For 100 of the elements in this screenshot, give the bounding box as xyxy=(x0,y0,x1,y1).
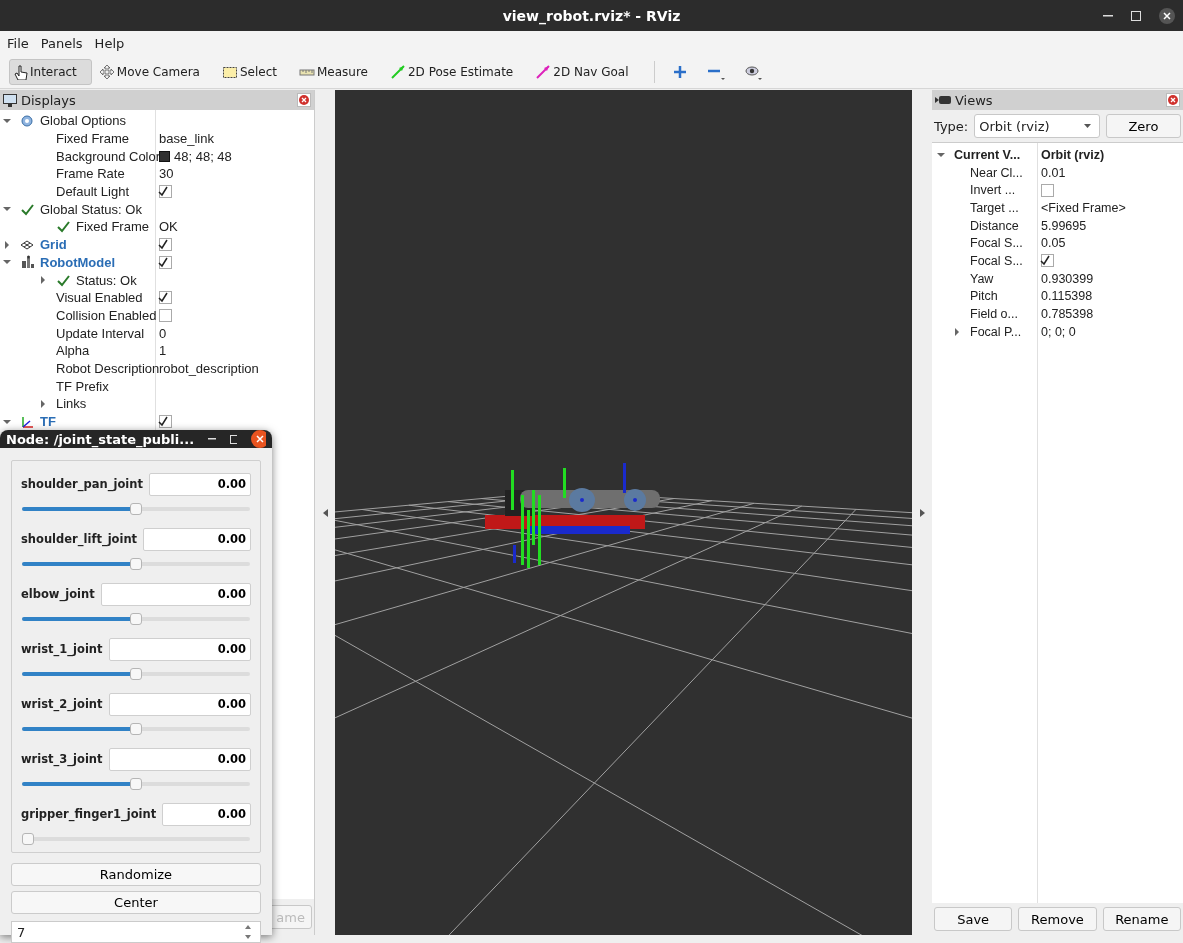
window-title: view_robot.rviz* - RViz xyxy=(502,7,681,24)
checkbox[interactable] xyxy=(1041,254,1054,268)
joint-slider[interactable] xyxy=(22,722,250,736)
plus-icon xyxy=(672,65,687,79)
panel-title: Views xyxy=(955,92,993,108)
joint-slider[interactable] xyxy=(22,612,250,626)
move-arrows-icon xyxy=(98,64,115,80)
checkmark-icon xyxy=(56,273,70,287)
expand-arrow-icon[interactable] xyxy=(919,508,925,517)
tool-button[interactable]: Interact xyxy=(9,59,92,85)
checkbox[interactable] xyxy=(159,255,172,269)
tool-button[interactable]: Select xyxy=(218,59,292,85)
panel-button[interactable]: Save xyxy=(934,907,1013,931)
count-spinbox[interactable]: 7 xyxy=(11,921,261,943)
action-button[interactable]: Center xyxy=(11,891,261,914)
joint-value-field[interactable]: 0.00 xyxy=(108,692,251,716)
property-value: robot_description xyxy=(159,360,259,376)
property-name: Alpha xyxy=(56,343,90,359)
joint-value-field[interactable]: 0.00 xyxy=(100,582,251,606)
property-name: Focal S... xyxy=(970,253,1023,268)
property-name: Yaw xyxy=(970,271,994,286)
tool-button[interactable]: 2D Nav Goal xyxy=(532,59,644,85)
property-name: Global Options xyxy=(40,113,126,129)
panel-button[interactable]: Remove xyxy=(1018,907,1097,931)
tool-button[interactable]: 2D Pose Estimate xyxy=(386,59,529,85)
axes-icon xyxy=(20,414,34,429)
property-name: Visual Enabled xyxy=(56,290,143,306)
joint-value-field[interactable]: 0.00 xyxy=(108,637,251,661)
joint-value-field[interactable]: 0.00 xyxy=(108,747,251,771)
property-value: 0.115398 xyxy=(1041,289,1093,304)
joint-value-field[interactable]: 0.00 xyxy=(143,527,251,551)
menu-item[interactable]: File xyxy=(7,36,29,51)
panel-button[interactable]: Rename xyxy=(1102,907,1181,931)
minimize-icon[interactable] xyxy=(1103,14,1113,17)
property-name: Focal P... xyxy=(970,324,1022,339)
menu-item[interactable]: Panels xyxy=(40,36,83,51)
checkbox[interactable] xyxy=(159,185,172,199)
maximize-icon[interactable] xyxy=(1131,10,1141,21)
checkbox[interactable] xyxy=(159,291,172,305)
arrow-icon xyxy=(535,64,552,80)
property-value: 30 xyxy=(159,166,174,182)
joint-slider[interactable] xyxy=(22,557,250,571)
tool-button[interactable]: Measure xyxy=(295,59,383,85)
panel-title: Displays xyxy=(21,92,76,108)
expand-arrow-icon[interactable] xyxy=(38,275,48,286)
camera-icon xyxy=(935,95,951,105)
property-name: Field o... xyxy=(970,307,1018,322)
property-name: Pitch xyxy=(970,289,998,304)
property-name: Collision Enabled xyxy=(56,307,157,323)
property-name: Update Interval xyxy=(56,325,145,341)
display-name[interactable]: TF xyxy=(40,414,56,430)
view-type-dropdown[interactable]: Orbit (rviz) xyxy=(974,114,1100,138)
joint-name: wrist_3_joint xyxy=(21,752,103,766)
action-button[interactable]: Randomize xyxy=(11,863,261,886)
zero-button[interactable]: Zero xyxy=(1105,114,1181,138)
joint-slider[interactable] xyxy=(22,502,250,516)
joint-slider[interactable] xyxy=(22,777,250,791)
property-name: Fixed Frame xyxy=(56,131,129,147)
joint-slider[interactable] xyxy=(22,667,250,681)
checkbox[interactable] xyxy=(159,415,172,429)
joint-value-field[interactable]: 0.00 xyxy=(148,472,251,496)
property-name: Target ... xyxy=(970,200,1019,215)
tool-button[interactable]: Move Camera xyxy=(95,59,215,85)
close-icon[interactable] xyxy=(1159,7,1175,24)
checkmark-icon xyxy=(56,220,70,234)
color-swatch[interactable] xyxy=(159,150,170,162)
property-name: Default Light xyxy=(56,184,129,200)
caret-icon xyxy=(1083,124,1091,128)
property-value: 0.785398 xyxy=(1041,307,1094,322)
expand-arrow-icon[interactable] xyxy=(2,239,12,250)
window-title: Node: /joint_state_publi... xyxy=(6,431,195,447)
checkbox[interactable] xyxy=(159,238,172,252)
property-value: 0.01 xyxy=(1041,165,1066,180)
joint-name: shoulder_pan_joint xyxy=(21,477,143,491)
property-name: Robot Description xyxy=(56,360,160,376)
joint-name: shoulder_lift_joint xyxy=(21,532,138,546)
property-name: Global Status: Ok xyxy=(40,201,142,217)
checkbox[interactable] xyxy=(159,308,172,322)
property-name: Links xyxy=(56,396,87,412)
close-icon[interactable] xyxy=(251,430,266,448)
display-name[interactable]: RobotModel xyxy=(40,254,116,270)
checkbox[interactable] xyxy=(1041,183,1054,197)
collapse-arrow-icon[interactable] xyxy=(322,508,328,517)
property-name: Background Color xyxy=(56,148,161,164)
property-value: base_link xyxy=(159,131,214,147)
expand-arrow-icon[interactable] xyxy=(38,398,48,409)
hand-pointer-icon xyxy=(12,64,28,80)
expand-arrow-icon[interactable] xyxy=(952,326,962,337)
joint-name: gripper_finger1_joint xyxy=(21,807,157,821)
property-name: Near Cl... xyxy=(970,165,1023,180)
property-value: 0; 0; 0 xyxy=(1041,324,1076,339)
display-name[interactable]: Grid xyxy=(40,237,67,253)
type-label: Type: xyxy=(934,118,969,134)
property-value: <Fixed Frame> xyxy=(1041,200,1126,215)
maximize-icon[interactable] xyxy=(229,434,238,444)
menu-item[interactable]: Help xyxy=(94,36,125,51)
property-value: 1 xyxy=(159,343,167,359)
joint-slider[interactable] xyxy=(22,832,250,846)
joint-value-field[interactable]: 0.00 xyxy=(162,802,251,826)
checkmark-icon xyxy=(20,202,34,216)
